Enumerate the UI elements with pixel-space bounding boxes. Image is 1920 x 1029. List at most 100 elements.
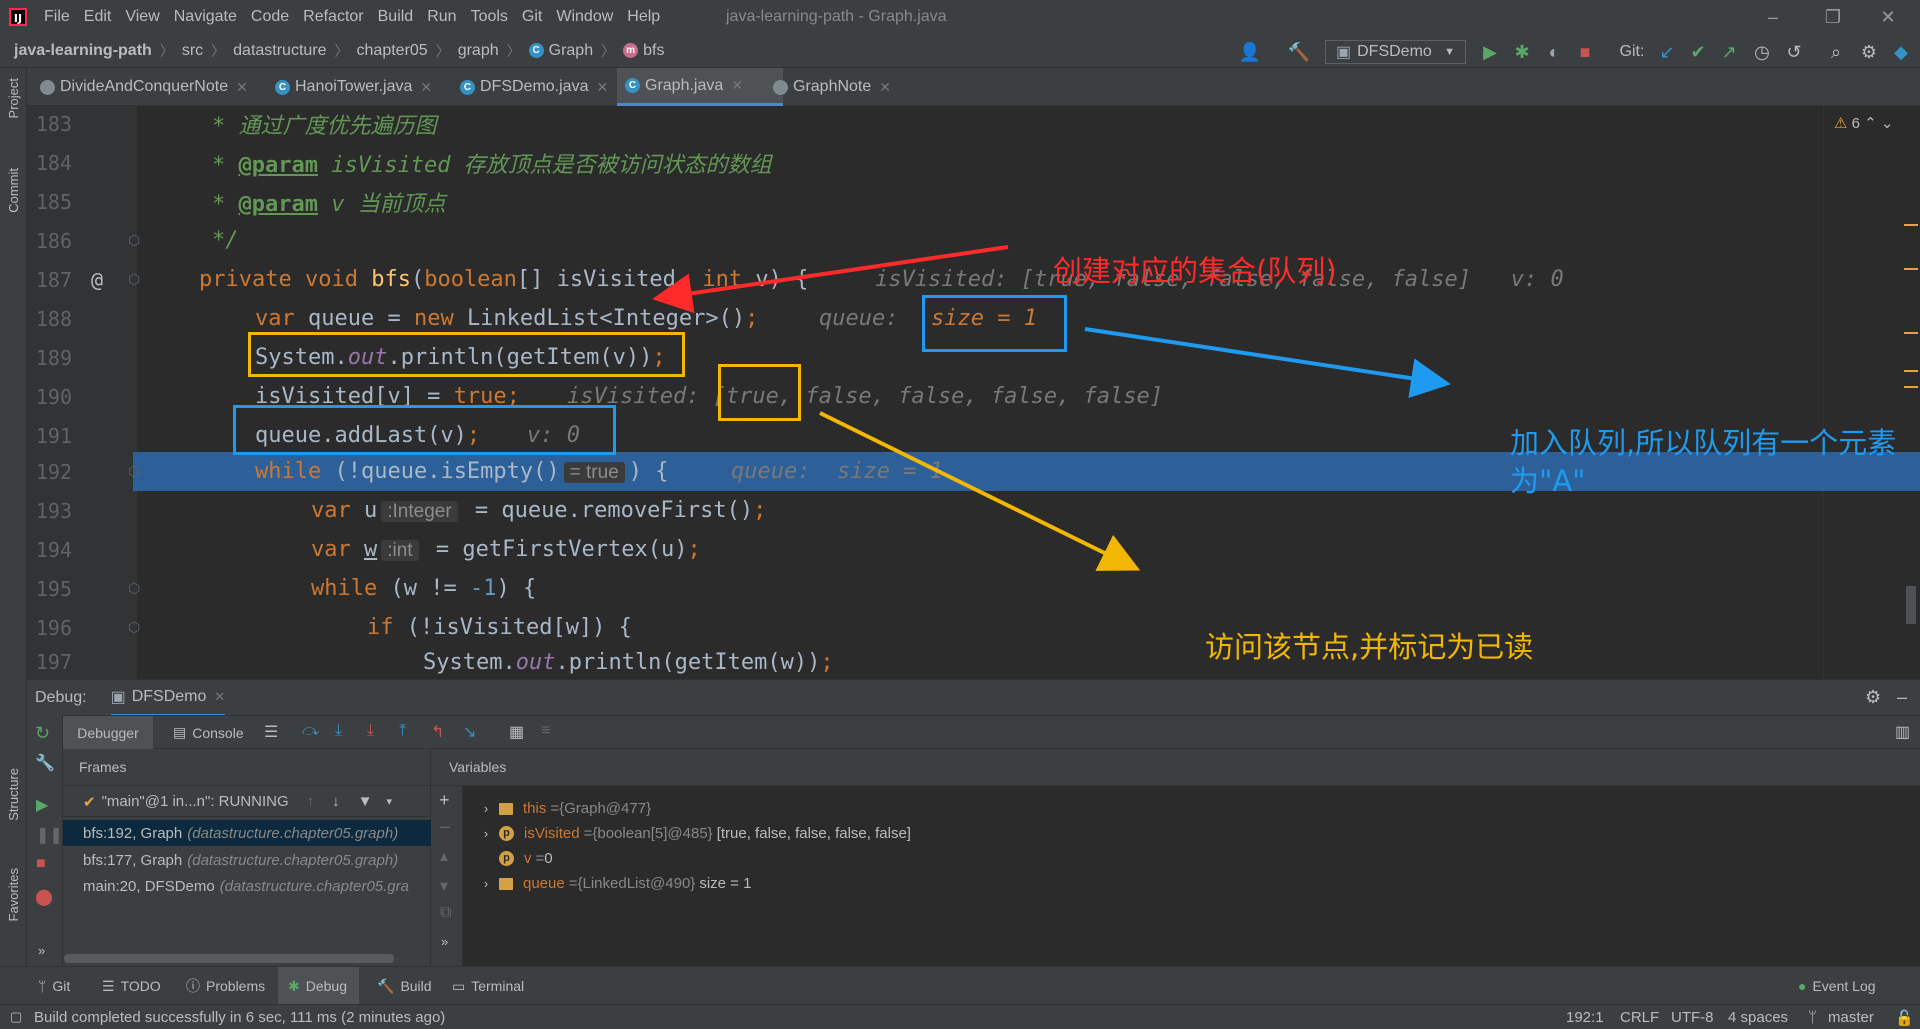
drop-frame-icon[interactable]: ↰ bbox=[431, 722, 444, 742]
copy-icon[interactable]: ⧉ bbox=[440, 904, 451, 922]
layout-icon[interactable]: ▥ bbox=[1895, 722, 1910, 742]
stop-icon[interactable]: ■ bbox=[36, 855, 46, 873]
tool-tab-git[interactable]: ᛘ Git bbox=[38, 967, 70, 1005]
step-over-icon[interactable]: ⤼ bbox=[302, 722, 319, 740]
frame-name: bfs:177, Graph bbox=[83, 851, 183, 869]
status-message[interactable]: Build completed successfully in 6 sec, 1… bbox=[34, 1009, 445, 1026]
step-out-icon[interactable]: ⤒ bbox=[399, 722, 406, 740]
variable-name: v bbox=[524, 850, 532, 867]
evaluate-expression-icon[interactable]: ▦ bbox=[509, 722, 524, 742]
step-into-icon[interactable]: ⤓ bbox=[335, 722, 342, 740]
chevron-down-icon[interactable]: ▾ bbox=[387, 795, 393, 808]
frames-panel: Frames ✔ "main"@1 in...n": RUNNING ↑ ↓ ▼ ▾ bf… bbox=[63, 749, 431, 966]
console-icon: ▤ bbox=[173, 724, 187, 740]
status-bar: ▢ Build completed successfully in 6 sec,… bbox=[0, 1004, 1920, 1029]
tool-tab-problems[interactable]: ⓘ Problems bbox=[186, 967, 265, 1005]
debug-session-tab[interactable]: ▣ DFSDemo ✕ bbox=[110, 680, 226, 716]
debug-side-actions: ↻ 🔧 ▶ ❚❚ ■ ⬤ » bbox=[27, 715, 63, 966]
pause-icon[interactable]: ❚❚ bbox=[36, 825, 63, 845]
variable-equals: = bbox=[583, 825, 593, 842]
terminal-icon: ▭ bbox=[452, 977, 466, 994]
annotation-text-orange: 访问该节点,并标记为已读 bbox=[1205, 630, 1534, 664]
tab-label: Console bbox=[192, 724, 244, 741]
thread-selector[interactable]: ✔ "main"@1 in...n": RUNNING ↑ ↓ ▼ ▾ bbox=[63, 787, 431, 817]
tool-tab-todo[interactable]: ☰ TODO bbox=[102, 967, 161, 1005]
move-up-icon[interactable]: ▴ bbox=[440, 846, 448, 866]
add-watch-icon[interactable]: + bbox=[439, 790, 450, 811]
expand-caret-icon[interactable]: › bbox=[473, 801, 499, 816]
lock-icon[interactable]: 🔓 bbox=[1895, 1009, 1914, 1027]
more-icon[interactable]: » bbox=[441, 934, 448, 949]
tab-label: TODO bbox=[120, 978, 161, 994]
variable-type: {boolean[5]@485} bbox=[592, 825, 713, 842]
debugger-toolbar: Debugger ▤ Console ☰ ⤼ ⤓ ⤓ ⤒ ↰ ↘ ▦ ≡ ▥ bbox=[27, 715, 1920, 750]
variables-panel: Variables + – ▴ ▾ ⧉ » › this = {Graph@477… bbox=[431, 749, 1920, 966]
arrow-up-icon[interactable]: ↑ bbox=[307, 793, 315, 810]
horizontal-scrollbar[interactable] bbox=[64, 954, 394, 963]
expand-caret-icon[interactable]: › bbox=[473, 876, 499, 891]
frames-header: Frames bbox=[63, 749, 430, 786]
parameter-icon: p bbox=[499, 826, 514, 841]
tab-label: Problems bbox=[206, 978, 266, 994]
variable-row-v[interactable]: pv = 0 bbox=[499, 846, 553, 871]
tool-tab-terminal[interactable]: ▭ Terminal bbox=[452, 967, 524, 1005]
close-tab-icon[interactable]: ✕ bbox=[214, 689, 225, 705]
tool-tab-event-log[interactable]: ● Event Log bbox=[1798, 967, 1876, 1005]
wrench-icon[interactable]: 🔧 bbox=[35, 753, 55, 773]
git-branch-icon: ᛘ bbox=[1808, 1009, 1818, 1026]
settings-gear-icon[interactable]: ⚙ bbox=[1865, 687, 1881, 708]
status-toggle-icon[interactable]: ▢ bbox=[10, 1009, 22, 1025]
remove-watch-icon[interactable]: – bbox=[440, 816, 450, 837]
frame-row[interactable]: main:20, DFSDemo (datastructure.chapter05… bbox=[63, 873, 431, 899]
info-icon: ⓘ bbox=[186, 978, 200, 994]
indent-setting[interactable]: 4 spaces bbox=[1728, 1009, 1788, 1026]
tab-console[interactable]: ▤ Console bbox=[173, 724, 244, 741]
variable-type: {LinkedList@490} bbox=[577, 875, 696, 892]
file-encoding[interactable]: UTF-8 bbox=[1671, 1009, 1714, 1026]
filter-icon[interactable]: ▼ bbox=[358, 793, 373, 810]
expand-caret-icon[interactable]: › bbox=[473, 826, 499, 841]
tab-label: Git bbox=[52, 978, 71, 994]
variable-equals: = bbox=[550, 800, 560, 817]
force-step-into-icon[interactable]: ⤓ bbox=[367, 722, 374, 740]
resume-icon[interactable]: ▶ bbox=[36, 795, 48, 815]
bottom-tool-bar: ᛘ Git ☰ TODO ⓘ Problems ✱ Debug 🔨 Build ▭ Term… bbox=[0, 966, 1920, 1005]
variable-name: this bbox=[523, 800, 547, 817]
debug-bug-icon: ✱ bbox=[288, 977, 300, 994]
variables-header: Variables bbox=[431, 749, 1920, 786]
variable-row-this[interactable]: › this = {Graph@477} bbox=[473, 796, 651, 821]
orange-arrow bbox=[819, 411, 1141, 571]
rerun-icon[interactable]: ↻ bbox=[35, 723, 50, 744]
check-icon: ✔ bbox=[83, 793, 96, 811]
event-log-icon: ● bbox=[1798, 978, 1807, 994]
run-to-cursor-icon[interactable]: ↘ bbox=[463, 722, 476, 742]
blue-arrow bbox=[1084, 327, 1451, 399]
variable-equals: = bbox=[535, 850, 545, 867]
layout-menu-icon[interactable]: ☰ bbox=[264, 722, 278, 742]
frame-package: (datastructure.chapter05.gra bbox=[219, 877, 409, 895]
red-arrow bbox=[652, 245, 1009, 314]
minimize-panel-icon[interactable]: – bbox=[1897, 687, 1907, 708]
frame-package: (datastructure.chapter05.graph) bbox=[187, 824, 399, 842]
more-icon[interactable]: » bbox=[38, 943, 45, 958]
variable-row-isvisited[interactable]: › p isVisited = {boolean[5]@485} [true, fal… bbox=[473, 821, 911, 846]
tab-debugger[interactable]: Debugger bbox=[63, 716, 153, 750]
frame-row[interactable]: bfs:177, Graph (datastructure.chapter05.g… bbox=[63, 847, 431, 873]
view-breakpoints-icon[interactable]: ⬤ bbox=[35, 887, 53, 907]
move-down-icon[interactable]: ▾ bbox=[440, 876, 448, 896]
line-separator[interactable]: CRLF bbox=[1620, 1009, 1659, 1026]
arrow-down-icon[interactable]: ↓ bbox=[332, 793, 340, 810]
tool-tab-debug[interactable]: ✱ Debug bbox=[278, 967, 359, 1005]
tool-tab-build[interactable]: 🔨 Build bbox=[377, 967, 432, 1005]
variable-value: size = 1 bbox=[699, 875, 752, 892]
variable-name: queue bbox=[523, 875, 565, 892]
git-branch[interactable]: master bbox=[1828, 1009, 1874, 1026]
build-hammer-icon: 🔨 bbox=[377, 977, 395, 994]
thread-label: "main"@1 in...n": RUNNING bbox=[101, 793, 289, 810]
frame-row[interactable]: bfs:192, Graph (datastructure.chapter05.g… bbox=[63, 820, 431, 846]
tab-label: Debug bbox=[305, 978, 347, 994]
trace-icon[interactable]: ≡ bbox=[541, 722, 550, 740]
frame-package: (datastructure.chapter05.graph) bbox=[187, 851, 399, 869]
variable-row-queue[interactable]: › queue = {LinkedList@490} size = 1 bbox=[473, 871, 752, 896]
caret-position[interactable]: 192:1 bbox=[1566, 1009, 1604, 1026]
